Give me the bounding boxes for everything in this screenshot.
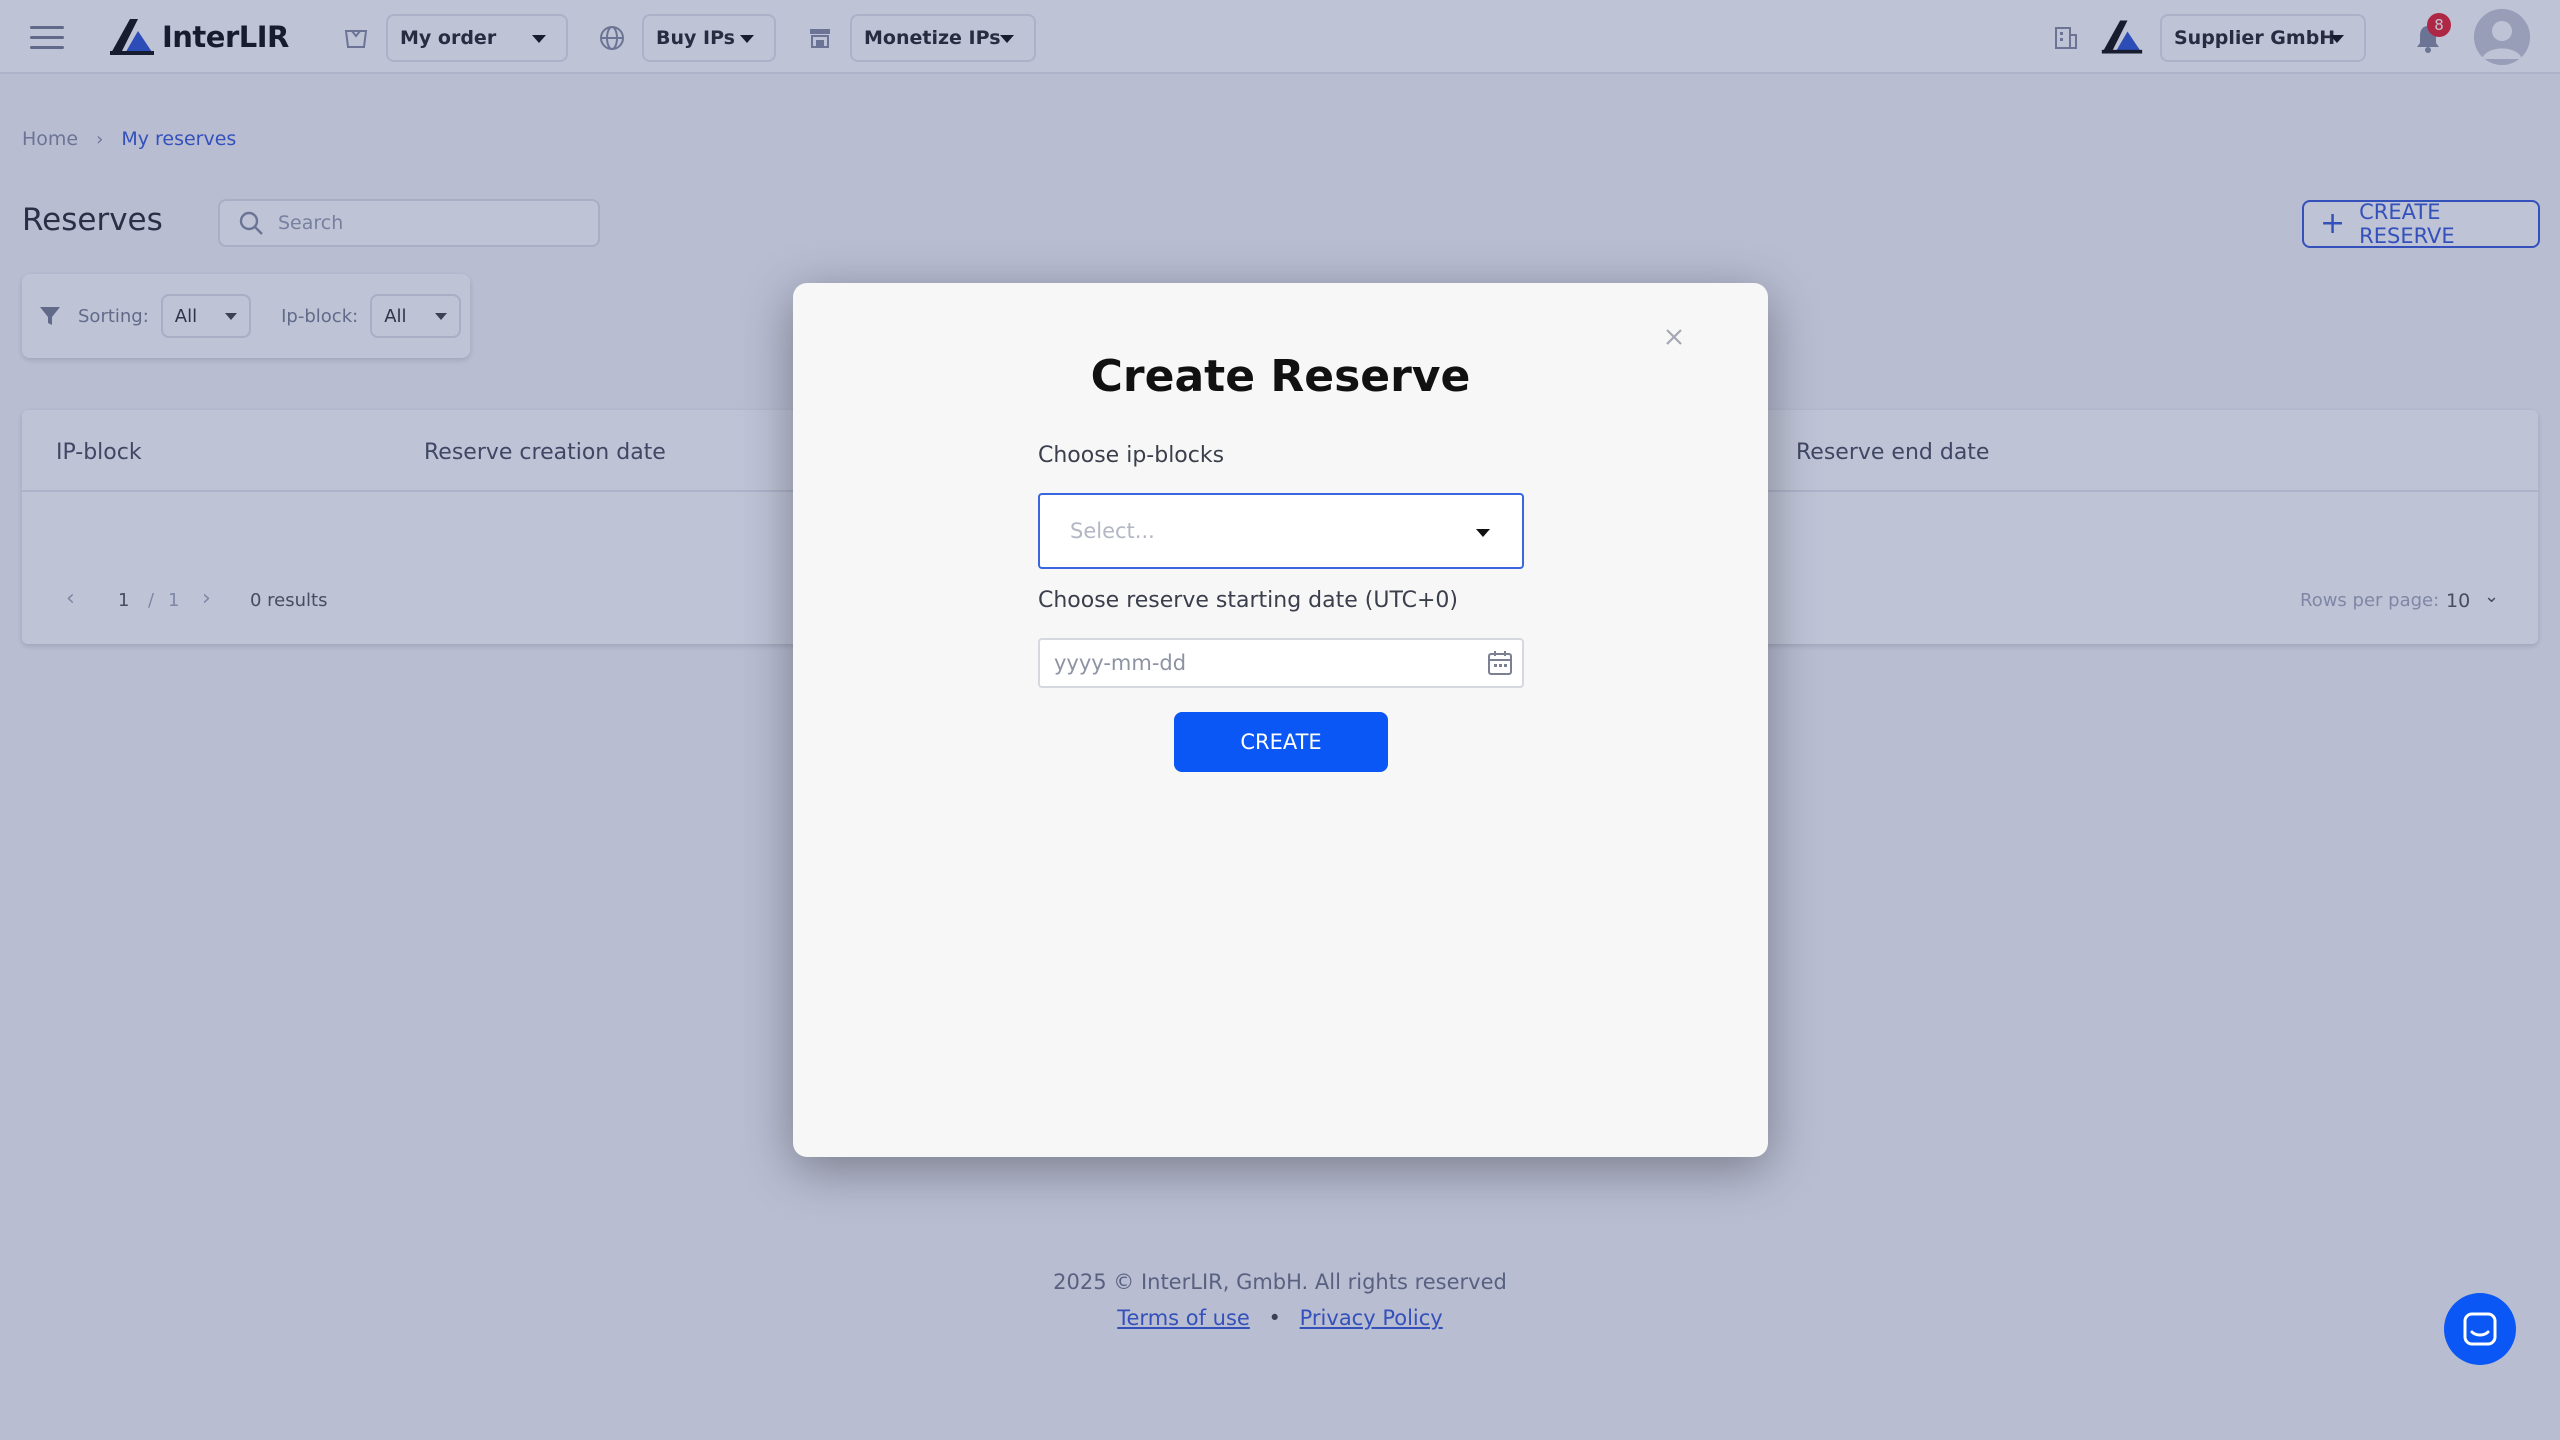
start-date-input[interactable] <box>1038 638 1524 688</box>
chat-support-button[interactable] <box>2444 1293 2516 1365</box>
date-field-label: Choose reserve starting date (UTC+0) <box>1038 588 1458 613</box>
modal-title: Create Reserve <box>1090 351 1471 402</box>
calendar-icon[interactable] <box>1486 649 1514 677</box>
chevron-down-icon <box>1476 529 1490 537</box>
chat-icon <box>2463 1312 2497 1346</box>
create-button[interactable]: CREATE <box>1174 712 1388 772</box>
create-reserve-modal: Create Reserve Choose ip-blocks Select..… <box>793 283 1768 1157</box>
ipblocks-select[interactable]: Select... <box>1038 493 1524 569</box>
close-icon[interactable] <box>1656 319 1692 355</box>
ipblocks-field-label: Choose ip-blocks <box>1038 443 1225 468</box>
ipblocks-select-placeholder: Select... <box>1070 519 1155 543</box>
